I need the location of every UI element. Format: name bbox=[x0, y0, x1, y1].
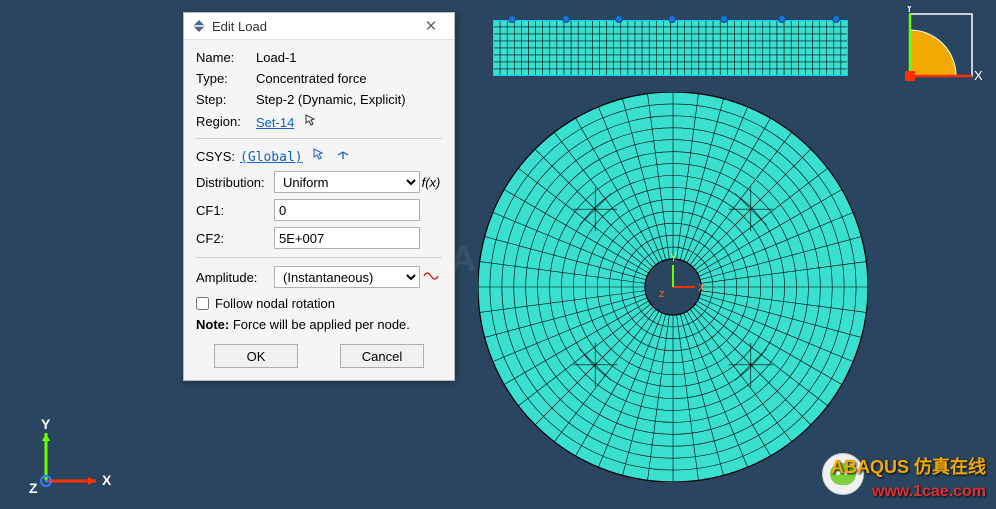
watermark-url: www.1cae.com bbox=[872, 483, 986, 501]
amplitude-create-icon[interactable] bbox=[420, 269, 442, 286]
edit-load-dialog: Edit Load ✕ Name:Load-1 Type:Concentrate… bbox=[183, 12, 455, 381]
amplitude-select[interactable]: (Instantaneous) bbox=[274, 266, 420, 288]
fx-button[interactable]: f(x) bbox=[420, 175, 442, 190]
distribution-label: Distribution: bbox=[196, 175, 274, 190]
region-label: Region: bbox=[196, 114, 256, 129]
close-button[interactable]: ✕ bbox=[416, 17, 446, 35]
axis-x-label: X bbox=[102, 472, 112, 488]
svg-text:z: z bbox=[659, 288, 665, 300]
axis-y-label: Y bbox=[41, 419, 51, 432]
load-anchor bbox=[615, 15, 623, 23]
note-text: Note: Force will be applied per node. bbox=[196, 317, 442, 332]
watermark-brand: ABAQUS 仿真在线 bbox=[831, 453, 986, 479]
dialog-title: Edit Load bbox=[212, 19, 416, 34]
ok-button[interactable]: OK bbox=[214, 344, 298, 368]
type-label: Type: bbox=[196, 71, 256, 86]
distribution-select[interactable]: Uniform bbox=[274, 171, 420, 193]
axis-x-label-center: X bbox=[698, 282, 706, 294]
bar-mesh bbox=[493, 20, 848, 76]
load-anchor bbox=[778, 15, 786, 23]
step-label: Step: bbox=[196, 92, 256, 107]
axis-z-label: Z bbox=[29, 480, 38, 496]
cf2-input[interactable] bbox=[274, 227, 420, 249]
step-value: Step-2 (Dynamic, Explicit) bbox=[256, 92, 442, 107]
load-anchor bbox=[668, 15, 676, 23]
triad-global: X Y Z bbox=[24, 419, 114, 499]
cancel-button[interactable]: Cancel bbox=[340, 344, 424, 368]
load-anchor bbox=[508, 15, 516, 23]
view-cube[interactable]: X Y bbox=[902, 6, 982, 86]
cf1-label: CF1: bbox=[196, 203, 274, 218]
svg-text:Y: Y bbox=[905, 6, 914, 15]
dialog-titlebar[interactable]: Edit Load ✕ bbox=[184, 13, 454, 40]
follow-rotation-label: Follow nodal rotation bbox=[215, 296, 335, 311]
create-csys-icon[interactable] bbox=[336, 147, 350, 161]
amplitude-label: Amplitude: bbox=[196, 270, 274, 285]
load-anchor bbox=[562, 15, 570, 23]
csys-link[interactable]: (Global) bbox=[240, 150, 303, 165]
load-anchor bbox=[720, 15, 728, 23]
csys-label: CSYS: bbox=[196, 149, 240, 164]
pick-csys-icon[interactable] bbox=[312, 147, 326, 161]
load-anchor bbox=[832, 15, 840, 23]
name-label: Name: bbox=[196, 50, 256, 65]
pick-region-icon[interactable] bbox=[304, 113, 318, 127]
region-link[interactable]: Set-14 bbox=[256, 115, 294, 130]
app-icon bbox=[192, 19, 206, 33]
cf1-input[interactable] bbox=[274, 199, 420, 221]
name-value: Load-1 bbox=[256, 50, 442, 65]
follow-rotation-checkbox[interactable] bbox=[196, 297, 209, 310]
svg-text:X: X bbox=[974, 68, 982, 83]
axis-y-label-center: Y bbox=[670, 252, 678, 264]
type-value: Concentrated force bbox=[256, 71, 442, 86]
disc-mesh: X Y z bbox=[478, 92, 868, 482]
cf2-label: CF2: bbox=[196, 231, 274, 246]
